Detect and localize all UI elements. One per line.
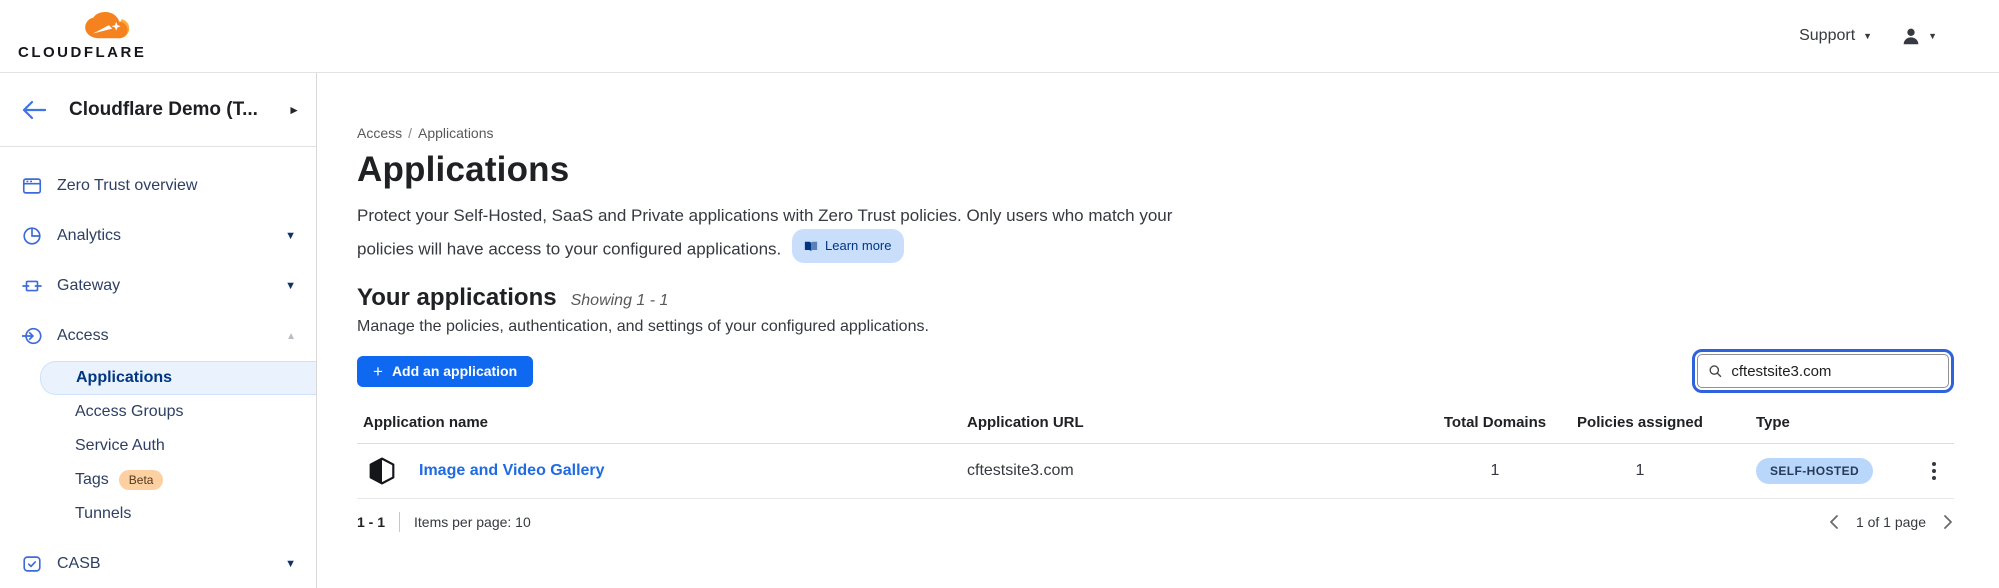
breadcrumb-access[interactable]: Access xyxy=(357,125,402,141)
applications-table: Application name Application URL Total D… xyxy=(357,414,1954,499)
cloudflare-wordmark: CLOUDFLARE xyxy=(18,45,146,60)
sidebar-item-label: Service Auth xyxy=(75,437,165,455)
self-hosted-badge: SELF-HOSTED xyxy=(1756,458,1873,484)
pager: 1 of 1 page xyxy=(1828,514,1954,530)
cloudflare-logo[interactable]: CLOUDFLARE xyxy=(18,12,146,60)
column-header-application-url: Application URL xyxy=(967,414,1430,431)
search-icon xyxy=(1708,363,1722,379)
sidebar-item-analytics[interactable]: Analytics ▼ xyxy=(0,211,316,261)
next-page-icon[interactable] xyxy=(1942,514,1954,530)
sidebar-nav: Zero Trust overview Analytics ▼ Gateway … xyxy=(0,147,316,588)
sidebar-item-casb[interactable]: CASB ▼ xyxy=(0,539,316,588)
table-row: Image and Video Gallery cftestsite3.com … xyxy=(357,444,1954,499)
gateway-icon xyxy=(20,274,44,298)
sidebar-item-applications[interactable]: Applications xyxy=(40,361,316,395)
chevron-down-icon: ▼ xyxy=(285,558,296,570)
column-header-policies-assigned: Policies assigned xyxy=(1560,414,1720,431)
chevron-down-icon: ▼ xyxy=(1928,31,1937,41)
pie-chart-icon xyxy=(20,224,44,248)
sidebar-item-label: Zero Trust overview xyxy=(57,177,197,195)
top-right-controls: Support ▼ ▼ xyxy=(1799,25,1937,47)
application-url-cell: cftestsite3.com xyxy=(967,462,1430,480)
add-application-button[interactable]: + Add an application xyxy=(357,356,533,387)
support-label: Support xyxy=(1799,27,1855,45)
column-header-application-name: Application name xyxy=(363,414,967,431)
policies-assigned-cell: 1 xyxy=(1560,462,1720,480)
access-subnav: Applications Access Groups Service Auth … xyxy=(0,361,316,531)
user-icon xyxy=(1900,25,1922,47)
column-header-type: Type xyxy=(1720,414,1914,431)
learn-more-label: Learn more xyxy=(825,233,891,259)
plus-icon: + xyxy=(373,363,383,380)
sidebar-item-label: CASB xyxy=(57,555,101,573)
cloudflare-cloud-icon xyxy=(82,12,146,43)
add-application-label: Add an application xyxy=(392,363,517,379)
table-footer: 1 - 1 Items per page: 10 1 of 1 page xyxy=(357,512,1954,532)
type-cell: SELF-HOSTED xyxy=(1720,458,1914,484)
account-name: Cloudflare Demo (T... xyxy=(69,99,258,121)
breadcrumb-applications: Applications xyxy=(418,125,494,141)
app-cube-icon xyxy=(363,452,401,490)
beta-badge: Beta xyxy=(119,470,164,490)
section-title: Your applications xyxy=(357,284,557,312)
chevron-right-icon[interactable]: ► xyxy=(288,103,300,117)
access-login-icon xyxy=(20,324,44,348)
page-info: 1 of 1 page xyxy=(1856,514,1926,530)
sidebar-item-label: Applications xyxy=(76,369,172,387)
page-description-text: Protect your Self-Hosted, SaaS and Priva… xyxy=(357,206,1172,259)
pagination-summary: 1 - 1 Items per page: 10 xyxy=(357,512,531,532)
sidebar-item-label: Access Groups xyxy=(75,403,183,421)
items-range: 1 - 1 xyxy=(357,514,385,530)
sidebar-item-gateway[interactable]: Gateway ▼ xyxy=(0,261,316,311)
footer-divider xyxy=(399,512,400,532)
sidebar-item-zero-trust-overview[interactable]: Zero Trust overview xyxy=(0,161,316,211)
support-menu[interactable]: Support ▼ xyxy=(1799,27,1872,45)
application-link[interactable]: Image and Video Gallery xyxy=(419,462,605,480)
top-header: CLOUDFLARE Support ▼ ▼ xyxy=(0,0,1999,73)
sidebar-item-label: Gateway xyxy=(57,277,120,295)
column-header-total-domains: Total Domains xyxy=(1430,414,1560,431)
row-actions-kebab-icon[interactable] xyxy=(1928,458,1940,484)
account-switcher[interactable]: Cloudflare Demo (T... ► xyxy=(0,73,316,147)
chevron-down-icon: ▼ xyxy=(285,230,296,242)
total-domains-cell: 1 xyxy=(1430,462,1560,480)
book-icon xyxy=(804,240,818,253)
sidebar: Cloudflare Demo (T... ► Zero Trust overv… xyxy=(0,73,317,588)
account-user-menu[interactable]: ▼ xyxy=(1900,25,1937,47)
sidebar-item-service-auth[interactable]: Service Auth xyxy=(0,429,316,463)
chevron-up-icon: ▲ xyxy=(286,331,296,342)
breadcrumb: Access / Applications xyxy=(357,125,1954,141)
section-header: Your applications Showing 1 - 1 xyxy=(357,284,1954,312)
sidebar-item-label: Tags xyxy=(75,471,109,489)
application-name-cell: Image and Video Gallery xyxy=(363,452,967,490)
page-title: Applications xyxy=(357,150,1954,190)
chevron-down-icon: ▼ xyxy=(285,280,296,292)
sidebar-item-label: Tunnels xyxy=(75,505,131,523)
page-description: Protect your Self-Hosted, SaaS and Priva… xyxy=(357,203,1202,263)
window-icon xyxy=(20,174,44,198)
section-subtitle: Manage the policies, authentication, and… xyxy=(357,318,1954,336)
back-arrow-icon[interactable] xyxy=(22,100,46,120)
sidebar-item-label: Access xyxy=(57,327,109,345)
learn-more-badge[interactable]: Learn more xyxy=(792,229,903,263)
sidebar-item-tunnels[interactable]: Tunnels xyxy=(0,497,316,531)
sidebar-item-label: Analytics xyxy=(57,227,121,245)
items-per-page: Items per page: 10 xyxy=(414,514,531,530)
breadcrumb-separator: / xyxy=(408,125,412,141)
table-header-row: Application name Application URL Total D… xyxy=(357,414,1954,444)
search-input[interactable] xyxy=(1731,363,1938,380)
cloudflare-zero-trust-app: CLOUDFLARE Support ▼ ▼ Cloudflar xyxy=(0,0,1999,588)
search-box[interactable] xyxy=(1697,354,1949,388)
sidebar-item-access-groups[interactable]: Access Groups xyxy=(0,395,316,429)
sidebar-item-access[interactable]: Access ▲ xyxy=(0,311,316,361)
casb-check-icon xyxy=(20,552,44,576)
table-controls: + Add an application xyxy=(357,354,1954,388)
main-content: Access / Applications Applications Protect… xyxy=(317,73,1999,588)
previous-page-icon[interactable] xyxy=(1828,514,1840,530)
showing-count: Showing 1 - 1 xyxy=(571,292,669,310)
sidebar-item-tags[interactable]: Tags Beta xyxy=(0,463,316,497)
chevron-down-icon: ▼ xyxy=(1863,31,1872,41)
